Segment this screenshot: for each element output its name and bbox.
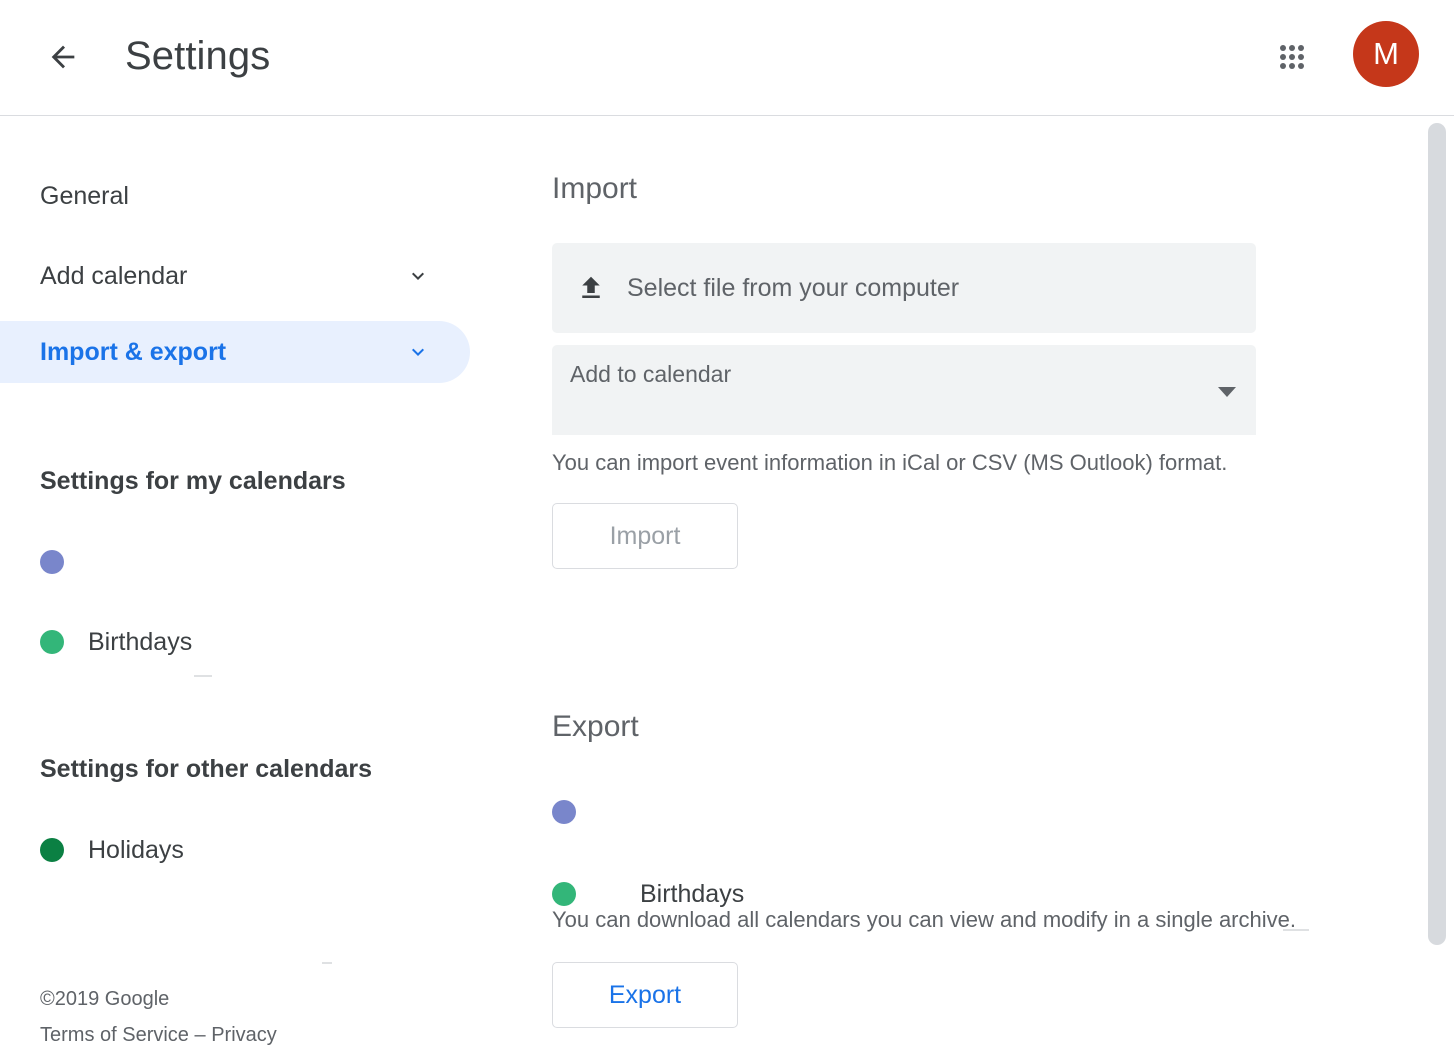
footer-links: Terms of Service – Privacy: [40, 1017, 277, 1053]
apps-grid-icon: [1280, 45, 1304, 69]
calendar-color-dot: [40, 838, 64, 862]
footer-separator: –: [195, 1024, 206, 1046]
select-file-label: Select file from your computer: [627, 274, 959, 303]
list-item[interactable]: [40, 537, 88, 587]
other-calendars-heading: Settings for other calendars: [40, 755, 372, 784]
import-heading: Import: [552, 172, 637, 206]
sidebar-item-add-calendar[interactable]: Add calendar: [0, 245, 470, 307]
chevron-down-icon: [406, 340, 430, 364]
apps-launcher-button[interactable]: [1268, 33, 1316, 81]
import-button[interactable]: Import: [552, 503, 738, 569]
settings-main-panel: Import Select file from your computer Ad…: [500, 117, 1420, 1058]
settings-sidebar: General Add calendar Import & export Set…: [0, 117, 500, 1058]
sidebar-item-label: General: [40, 182, 430, 211]
page-title: Settings: [125, 27, 270, 85]
sidebar-item-label: Import & export: [40, 338, 406, 367]
privacy-link[interactable]: Privacy: [211, 1024, 277, 1046]
calendar-color-dot: [40, 630, 64, 654]
list-item[interactable]: Birthdays: [40, 617, 192, 667]
scrollbar-thumb[interactable]: [1428, 123, 1446, 945]
sidebar-item-label: Add calendar: [40, 262, 406, 291]
sidebar-item-import-export[interactable]: Import & export: [0, 321, 470, 383]
avatar[interactable]: M: [1353, 21, 1419, 87]
list-item[interactable]: [552, 787, 640, 837]
calendar-name: Holidays: [88, 836, 184, 865]
select-file-button[interactable]: Select file from your computer: [552, 243, 1256, 333]
import-helper-text: You can import event information in iCal…: [552, 450, 1227, 476]
redacted-name-mark: [194, 675, 212, 677]
add-to-calendar-select[interactable]: Add to calendar: [552, 345, 1256, 435]
vertical-scrollbar[interactable]: [1420, 117, 1454, 1058]
app-header: Settings M: [0, 0, 1454, 116]
redacted-name-mark: [322, 962, 332, 964]
list-item[interactable]: Holidays: [40, 825, 184, 875]
export-button[interactable]: Export: [552, 962, 738, 1028]
footer-copyright: ©2019 Google: [40, 981, 169, 1017]
calendar-color-dot: [40, 550, 64, 574]
calendar-color-dot: [552, 882, 576, 906]
add-to-calendar-label: Add to calendar: [570, 361, 731, 388]
calendar-name: Birthdays: [640, 880, 744, 909]
back-button[interactable]: [38, 32, 88, 82]
arrow-left-icon: [46, 40, 80, 74]
upload-icon: [576, 273, 606, 303]
calendar-name: Birthdays: [88, 628, 192, 657]
my-calendars-heading: Settings for my calendars: [40, 467, 346, 496]
caret-down-icon: [1218, 387, 1236, 397]
export-heading: Export: [552, 710, 639, 744]
terms-of-service-link[interactable]: Terms of Service: [40, 1024, 189, 1046]
export-helper-text: You can download all calendars you can v…: [552, 907, 1296, 933]
chevron-down-icon: [406, 264, 430, 288]
calendar-color-dot: [552, 800, 576, 824]
sidebar-item-general[interactable]: General: [0, 165, 470, 227]
